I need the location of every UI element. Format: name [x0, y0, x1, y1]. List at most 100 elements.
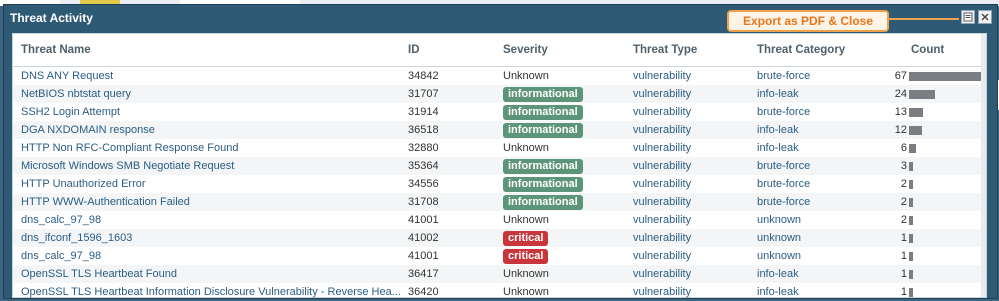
count-bar [909, 71, 982, 81]
pdf-export-button[interactable] [961, 10, 975, 24]
threat-category-link[interactable]: info-leak [757, 283, 891, 301]
threat-name-link[interactable]: SSH2 Login Attempt [13, 103, 408, 121]
threat-category-link[interactable]: brute-force [757, 103, 891, 121]
table-row[interactable]: HTTP Unauthorized Error 34556 informationa… [13, 175, 986, 193]
threat-type-link[interactable]: vulnerability [633, 121, 757, 139]
threat-category-link[interactable]: info-leak [757, 265, 891, 283]
column-header-threat-category[interactable]: Threat Category [757, 34, 891, 67]
table-row[interactable]: SSH2 Login Attempt 31914 informational vuln… [13, 103, 986, 121]
count-cell: 12 [891, 121, 986, 139]
threat-name-link[interactable]: Microsoft Windows SMB Negotiate Request [13, 157, 408, 175]
threat-category-link[interactable]: unknown [757, 211, 891, 229]
threat-type-link[interactable]: vulnerability [633, 175, 757, 193]
count-value: 6 [900, 142, 907, 154]
close-button[interactable] [978, 10, 992, 24]
threat-id: 31707 [408, 85, 503, 103]
threat-type-link[interactable]: vulnerability [633, 247, 757, 265]
column-header-threat-name[interactable]: Threat Name [13, 34, 408, 67]
count-bar [909, 89, 935, 99]
count-bar [909, 179, 913, 189]
count-cell: 1 [891, 247, 986, 265]
count-bar [909, 251, 913, 261]
table-row[interactable]: OpenSSL TLS Heartbeat Found 36417 Unknown v… [13, 265, 986, 283]
table-row[interactable]: dns_ifconf_1596_1603 41002 critical vulnera… [13, 229, 986, 247]
severity-badge: informational [503, 158, 583, 174]
threat-type-link[interactable]: vulnerability [633, 157, 757, 175]
threat-type-link[interactable]: vulnerability [633, 85, 757, 103]
threat-name-link[interactable]: OpenSSL TLS Heartbeat Found [13, 265, 408, 283]
count-value: 24 [894, 88, 907, 100]
table-row[interactable]: OpenSSL TLS Heartbeat Information Disclo… [13, 283, 986, 301]
threat-id: 31914 [408, 106, 439, 118]
severity-cell: informational [503, 175, 633, 193]
threat-type-link[interactable]: vulnerability [633, 139, 757, 157]
threat-id: 34556 [408, 178, 439, 190]
severity-text: Unknown [503, 142, 549, 154]
threat-name-link[interactable]: dns_ifconf_1596_1603 [13, 229, 408, 247]
threat-category-link[interactable]: brute-force [757, 157, 891, 175]
table-row[interactable]: Microsoft Windows SMB Negotiate Request 3… [13, 157, 986, 175]
threat-name-link[interactable]: HTTP Unauthorized Error [13, 175, 408, 193]
threat-category-link[interactable]: brute-force [757, 67, 891, 86]
column-header-id[interactable]: ID [408, 34, 503, 67]
threat-category-link[interactable]: brute-force [757, 175, 891, 193]
close-icon [981, 13, 989, 21]
table-scrollbar[interactable] [981, 34, 986, 297]
threat-id: 41001 [408, 250, 439, 262]
threat-category-link[interactable]: unknown [757, 229, 891, 247]
severity-badge: critical [503, 248, 549, 264]
threat-name-link[interactable]: DNS ANY Request [13, 67, 408, 86]
threat-id: 35364 [408, 157, 503, 175]
table-row[interactable]: DGA NXDOMAIN response 36518 informational v… [13, 121, 986, 139]
severity-cell: informational [503, 193, 633, 211]
threat-type-link[interactable]: vulnerability [633, 193, 757, 211]
table-row[interactable]: HTTP WWW-Authentication Failed 31708 infor… [13, 193, 986, 211]
threat-category-link[interactable]: unknown [757, 247, 891, 265]
count-value: 1 [900, 268, 907, 280]
count-cell: 3 [891, 157, 986, 175]
severity-badge: critical [503, 230, 549, 246]
threat-name-link[interactable]: OpenSSL TLS Heartbeat Information Disclo… [13, 283, 408, 301]
threat-id: 41002 [408, 229, 503, 247]
threat-type-link[interactable]: vulnerability [633, 211, 757, 229]
table-row[interactable]: DNS ANY Request 34842 Unknown vulnerability… [13, 67, 986, 86]
severity-cell: informational [503, 157, 633, 175]
count-cell: 2 [891, 211, 986, 229]
threat-type-link[interactable]: vulnerability [633, 283, 757, 301]
count-value: 67 [894, 70, 907, 82]
count-bar [909, 197, 913, 207]
table-row[interactable]: HTTP Non RFC-Compliant Response Found 328… [13, 139, 986, 157]
column-header-threat-type[interactable]: Threat Type [633, 34, 757, 67]
threat-id: 31708 [408, 193, 503, 211]
table-header-row: Threat Name ID Severity Threat Type Thre… [13, 34, 986, 67]
severity-badge: informational [503, 122, 583, 138]
count-cell: 2 [891, 175, 986, 193]
table-row[interactable]: NetBIOS nbtstat query 31707 informational v… [13, 85, 986, 103]
threat-name-link[interactable]: dns_calc_97_98 [13, 247, 408, 265]
table-row[interactable]: dns_calc_97_98 41001 Unknown vulnerability u… [13, 211, 986, 229]
column-header-count[interactable]: Count [891, 34, 986, 67]
table-row[interactable]: dns_calc_97_98 41001 critical vulnerability… [13, 247, 986, 265]
threat-type-link[interactable]: vulnerability [633, 229, 757, 247]
threat-category-link[interactable]: info-leak [757, 121, 891, 139]
threat-table-panel: Threat Name ID Severity Threat Type Thre… [12, 33, 987, 298]
threat-id: 36518 [408, 121, 503, 139]
threat-id: 41001 [408, 214, 439, 226]
threat-name-link[interactable]: NetBIOS nbtstat query [13, 85, 408, 103]
threat-name-link[interactable]: DGA NXDOMAIN response [13, 121, 408, 139]
count-bar [909, 107, 923, 117]
count-bar [909, 287, 913, 297]
severity-text: Unknown [503, 286, 549, 298]
threat-category-link[interactable]: brute-force [757, 193, 891, 211]
count-value: 2 [900, 214, 907, 226]
threat-type-link[interactable]: vulnerability [633, 103, 757, 121]
threat-name-link[interactable]: HTTP WWW-Authentication Failed [13, 193, 408, 211]
threat-category-link[interactable]: info-leak [757, 139, 891, 157]
column-header-severity[interactable]: Severity [503, 34, 633, 67]
threat-type-link[interactable]: vulnerability [633, 265, 757, 283]
threat-type-link[interactable]: vulnerability [633, 67, 757, 86]
threat-category-link[interactable]: info-leak [757, 85, 891, 103]
threat-name-link[interactable]: HTTP Non RFC-Compliant Response Found [13, 139, 408, 157]
pdf-export-icon [963, 12, 973, 22]
threat-name-link[interactable]: dns_calc_97_98 [13, 211, 408, 229]
